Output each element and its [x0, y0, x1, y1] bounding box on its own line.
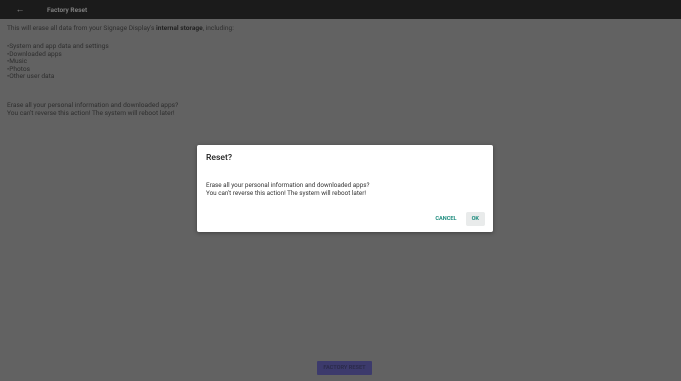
app-bar: ← Factory Reset	[0, 0, 681, 19]
back-button[interactable]: ←	[0, 0, 40, 19]
arrow-back-icon: ←	[15, 5, 25, 15]
erase-list: System and app data and settings Downloa…	[7, 42, 109, 81]
warning-line-2: You can't reverse this action! The syste…	[7, 109, 175, 117]
list-item: Other user data	[7, 73, 109, 81]
page-title: Factory Reset	[47, 5, 88, 14]
factory-reset-button[interactable]: FACTORY RESET	[317, 361, 372, 375]
description-suffix: , including:	[202, 24, 234, 32]
reset-dialog: Reset? Erase all your personal informati…	[197, 145, 493, 232]
description-bold: internal storage	[156, 24, 203, 32]
dialog-title: Reset?	[206, 153, 233, 163]
warning-line-1: Erase all your personal information and …	[7, 101, 179, 109]
description-text: This will erase all data from your Signa…	[7, 24, 234, 32]
dialog-message-line-2: You can't reverse this action! The syste…	[206, 188, 366, 197]
ok-button[interactable]: OK	[465, 212, 485, 226]
dialog-actions: CANCEL OK	[431, 212, 485, 226]
cancel-button[interactable]: CANCEL	[431, 213, 460, 225]
dialog-message: Erase all your personal information and …	[206, 181, 370, 197]
description-prefix: This will erase all data from your Signa…	[7, 24, 156, 32]
warning-text: Erase all your personal information and …	[7, 101, 178, 117]
